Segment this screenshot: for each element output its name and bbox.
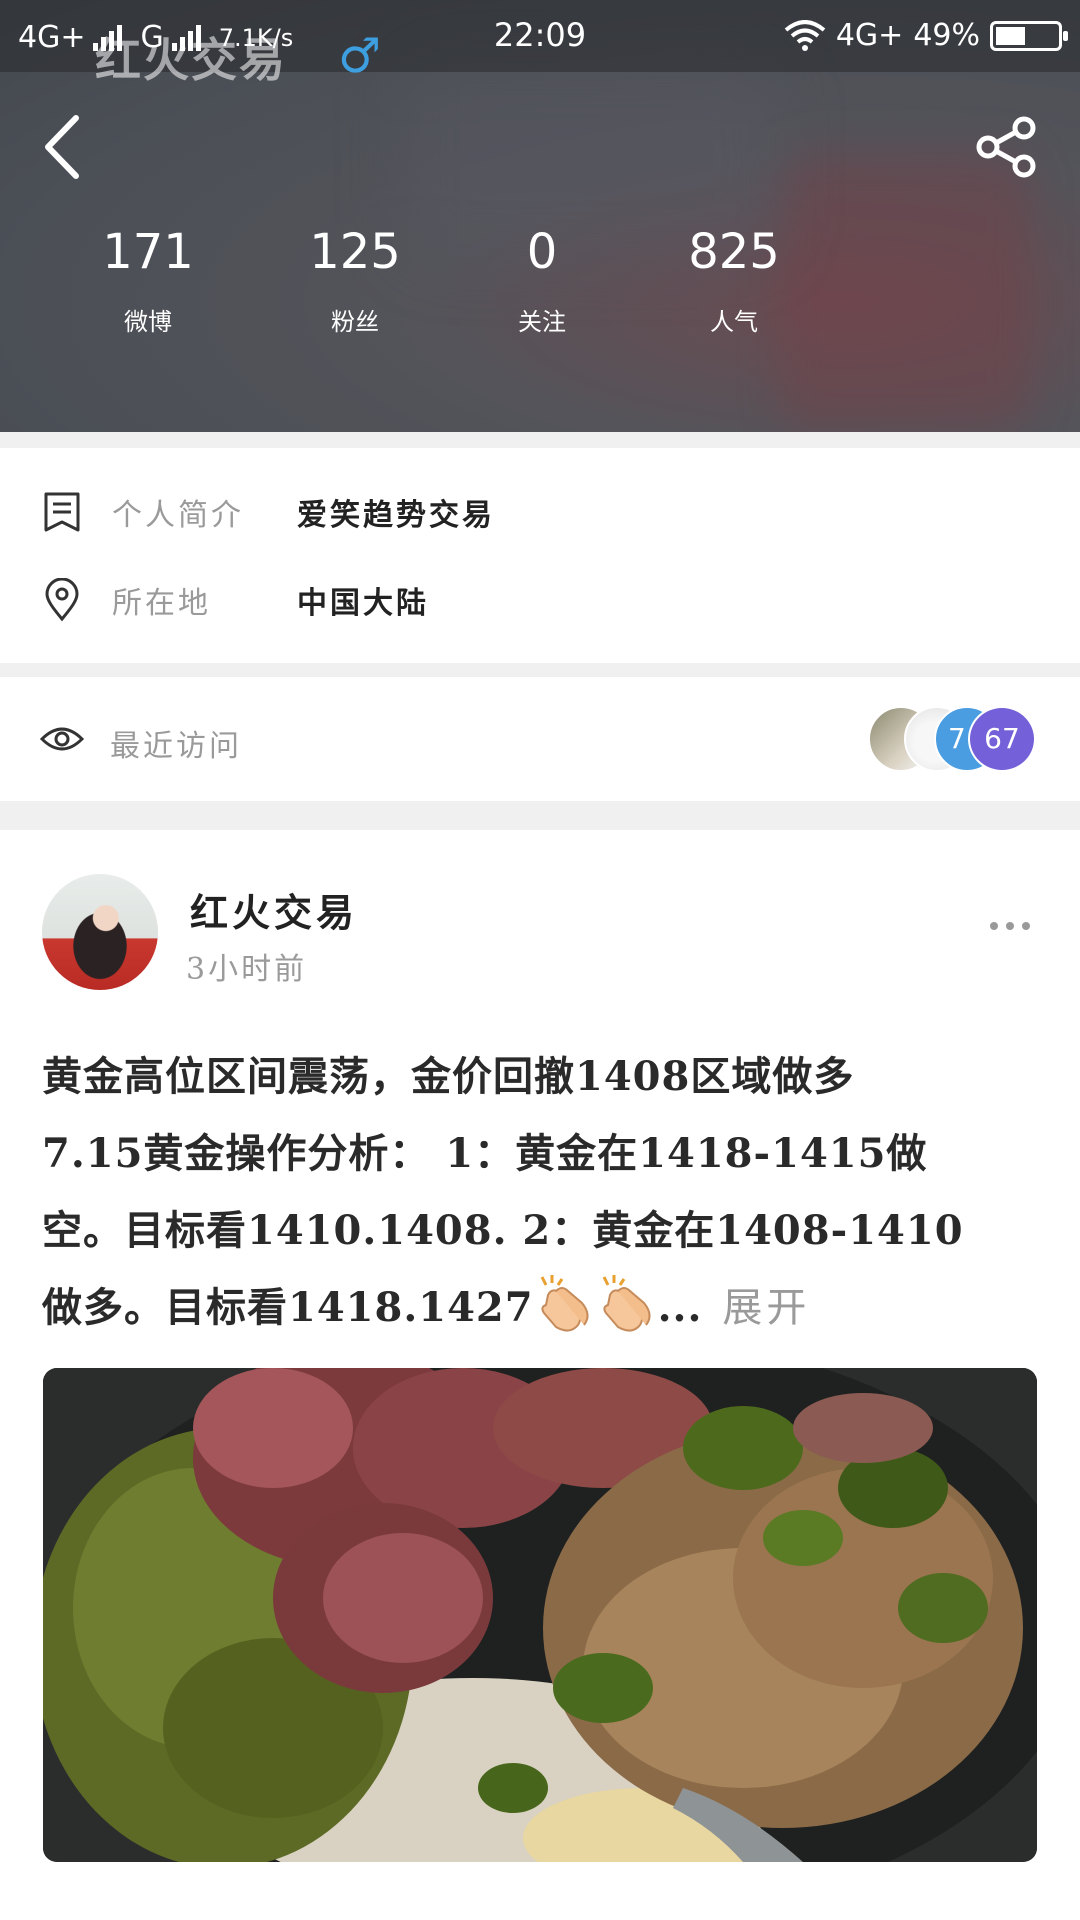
location-pin-icon [45, 578, 79, 622]
clapping-hands-icon [540, 1275, 589, 1332]
location-value: 中国大陆 [297, 586, 429, 621]
stat-label: 关注 [518, 308, 566, 336]
stat-value: 125 [309, 224, 401, 280]
more-options-button[interactable] [990, 922, 1030, 934]
post-line: 7.15黄金操作分析： 1：黄金在1418-1415做 [42, 1130, 928, 1177]
author-avatar[interactable] [42, 874, 158, 990]
post-line-last: 做多。目标看1418.1427 ... 展开 [42, 1269, 1042, 1346]
post-card: 红火交易 3小时前 黄金高位区间震荡，金价回撤1408区域做多 7.15黄金操作… [0, 830, 1080, 1920]
post-timestamp: 3小时前 [186, 952, 308, 987]
visitor-total-badge: 67 [968, 706, 1036, 772]
bio-value: 爱笑趋势交易 [297, 498, 495, 533]
post-line: 空。目标看1410.1408. 2：黄金在1408-1410 [42, 1207, 964, 1254]
post-body[interactable]: 黄金高位区间震荡，金价回撤1408区域做多 7.15黄金操作分析： 1：黄金在1… [42, 1038, 1042, 1346]
expand-link[interactable]: 展开 [722, 1285, 810, 1331]
clapping-hands-icon [602, 1275, 651, 1332]
profile-name-faded: 红火交易 [95, 33, 287, 87]
recent-visits-label: 最近访问 [110, 729, 242, 764]
stat-label: 微博 [124, 308, 172, 336]
profile-header: 4G+ G 7.1K/s 22:09 4G+ 49% 红火交易 ♂ 171 微博… [0, 0, 1080, 432]
stat-fans[interactable]: 125 粉丝 [275, 222, 435, 337]
profile-info-card: 个人简介 爱笑趋势交易 所在地 中国大陆 [0, 448, 1080, 663]
battery-level [996, 26, 1025, 45]
share-icon[interactable] [972, 112, 1042, 182]
post-line: 做多。目标看1418.1427 [42, 1284, 534, 1331]
location-row: 所在地 中国大陆 [40, 578, 429, 622]
post-photo[interactable] [43, 1368, 1037, 1862]
post-line: 黄金高位区间震荡，金价回撤1408区域做多 [42, 1053, 855, 1100]
stat-value: 0 [526, 224, 558, 280]
status-right: 4G+ 49% [784, 18, 1068, 53]
ellipsis: ... [657, 1284, 703, 1331]
stat-label: 人气 [710, 308, 758, 336]
gender-male-icon: ♂ [338, 28, 382, 84]
eye-icon [40, 727, 84, 751]
network-type-right: 4G+ [835, 18, 904, 53]
bio-label: 个人简介 [112, 498, 244, 533]
stat-label: 粉丝 [331, 308, 379, 336]
visitor-avatars[interactable]: 7 67 [868, 706, 1038, 772]
location-label: 所在地 [112, 586, 211, 621]
battery-percent: 49% [913, 18, 980, 53]
bookmark-note-icon [44, 492, 80, 532]
stat-value: 171 [102, 224, 194, 280]
battery-icon [990, 20, 1068, 51]
back-button[interactable] [36, 112, 88, 182]
wifi-icon [784, 19, 826, 51]
stat-following[interactable]: 0 关注 [462, 222, 622, 337]
post-author-name[interactable]: 红火交易 [190, 882, 358, 937]
stat-value: 825 [688, 224, 780, 280]
header-background-shape [780, 150, 1030, 430]
bio-row: 个人简介 爱笑趋势交易 [40, 490, 495, 534]
stat-popularity[interactable]: 825 人气 [654, 222, 814, 337]
stat-posts[interactable]: 171 微博 [68, 222, 228, 337]
